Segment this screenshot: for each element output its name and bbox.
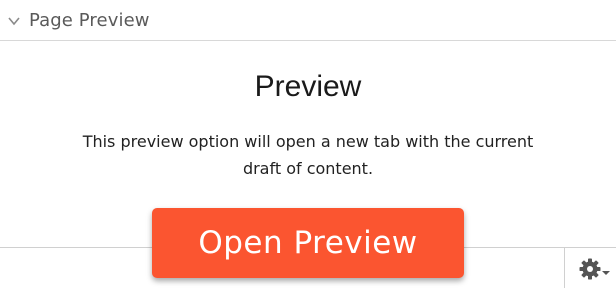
page-preview-panel: Page Preview Preview This preview option… (0, 0, 616, 288)
settings-menu-button[interactable] (578, 258, 612, 284)
gear-icon (578, 257, 602, 285)
preview-heading: Preview (254, 70, 362, 103)
description-line: draft of content. (242, 159, 374, 178)
preview-description: This preview option will open a new tab … (0, 128, 616, 182)
panel-title: Page Preview (29, 9, 150, 31)
chevron-down-icon (7, 13, 21, 27)
panel-header-toggle[interactable]: Page Preview (0, 0, 616, 41)
open-preview-button[interactable]: Open Preview (152, 208, 464, 278)
description-line: This preview option will open a new tab … (82, 132, 534, 151)
footer-divider (564, 248, 565, 288)
caret-down-icon (602, 262, 610, 281)
